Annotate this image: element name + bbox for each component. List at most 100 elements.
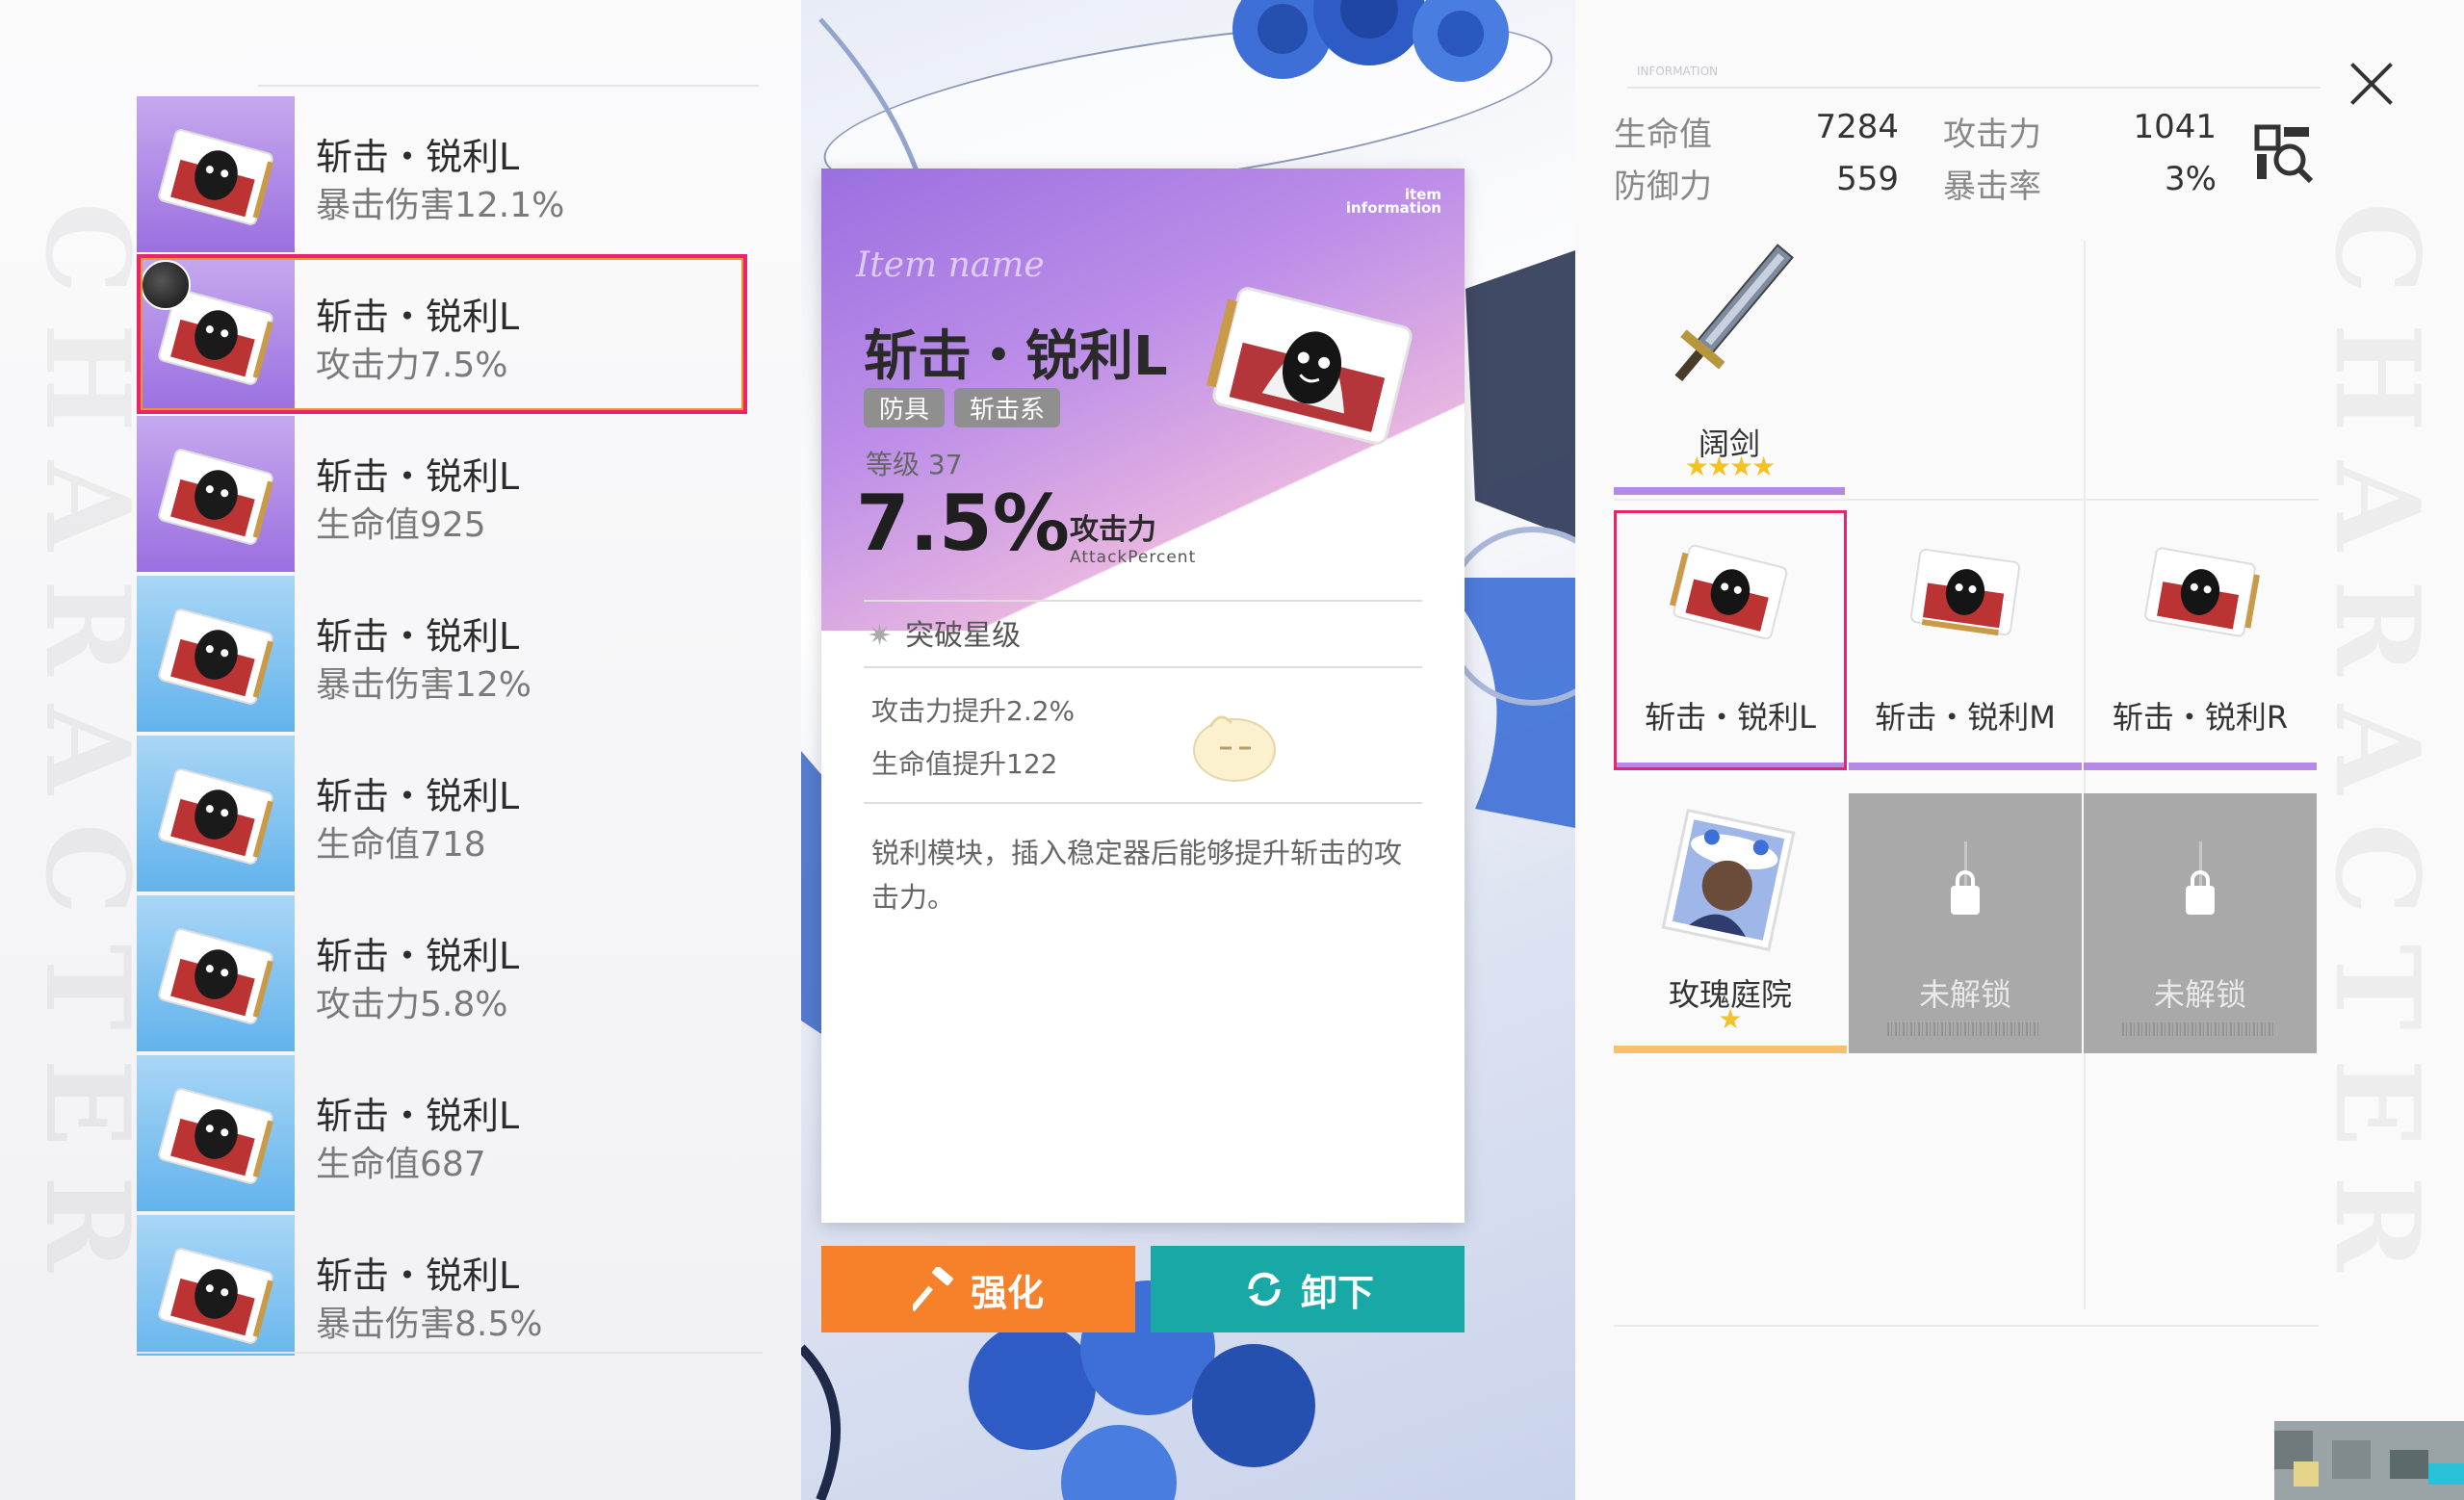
item-name: 斩击・锐利L: [316, 455, 520, 498]
item-stat: 暴击伤害8.5%: [316, 1305, 543, 1344]
item-stat: 生命值718: [316, 825, 486, 865]
item-stat: 暴击伤害12.1%: [316, 186, 565, 225]
weapon-rarity-stars: ★★★★: [1684, 451, 1776, 482]
slot-right[interactable]: 斩击・锐利R: [2084, 510, 2317, 770]
info-tag-line2: information: [1345, 199, 1441, 217]
item-thumbnail: [137, 736, 295, 892]
atk-value: 1041: [2133, 108, 2217, 146]
slot-name: 斩击・锐利R: [2112, 699, 2289, 736]
item-thumbnail: [137, 96, 295, 252]
locked-label: 未解锁: [1918, 976, 2011, 1013]
module-card-icon: [158, 1248, 273, 1344]
list-item[interactable]: 斩击・锐利L 攻击力5.8%: [137, 893, 753, 1051]
list-bottom-divider: [137, 1352, 763, 1354]
item-stat: 生命值925: [316, 505, 486, 545]
character-watermark-right: CHARACTER: [2309, 202, 2445, 1301]
unequip-button[interactable]: 卸下: [1151, 1246, 1465, 1332]
weapon-slot[interactable]: 阔剑 ★★★★: [1614, 231, 1845, 501]
unequip-label: 卸下: [1300, 1271, 1374, 1314]
list-top-divider: [258, 85, 759, 87]
list-item[interactable]: 斩击・锐利L 生命值925: [137, 414, 753, 572]
item-name: 斩击・锐利L: [316, 935, 520, 977]
detail-search-icon[interactable]: [2253, 123, 2315, 185]
list-item[interactable]: 斩击・锐利L 暴击伤害8.5%: [137, 1213, 753, 1356]
card-divider: [864, 600, 1422, 602]
module-card-icon: [158, 928, 273, 1024]
item-title: 斩击・锐利L: [864, 325, 1168, 388]
locked-slot[interactable]: 未解锁: [1849, 793, 2082, 1053]
item-thumbnail: [137, 576, 295, 732]
barcode-decoration: [2122, 1022, 2276, 1036]
item-stat: 攻击力5.8%: [316, 985, 508, 1024]
refresh-icon: [1248, 1272, 1281, 1306]
module-card-icon: [158, 449, 273, 545]
pixel-mosaic-badge: [2274, 1421, 2464, 1500]
module-card-icon: [158, 608, 273, 705]
card-divider: [864, 802, 1422, 804]
list-item[interactable]: 斩击・锐利L 生命值687: [137, 1053, 753, 1211]
emblem-rarity-star: ★: [1718, 1003, 1743, 1035]
item-thumbnail: [137, 1055, 295, 1211]
close-button[interactable]: [2347, 60, 2396, 108]
list-item[interactable]: 斩击・锐利L 暴击伤害12.1%: [137, 94, 753, 252]
slot-name: 斩击・锐利M: [1875, 699, 2056, 736]
item-name: 斩击・锐利L: [316, 1254, 520, 1297]
item-tags: 防具 斩击系: [864, 388, 1061, 427]
barcode-decoration: [1887, 1022, 2041, 1036]
item-thumbnail: [137, 416, 295, 572]
item-level: 等级 37: [866, 449, 963, 480]
information-divider: [1627, 87, 2321, 89]
module-card-icon: [2144, 547, 2260, 637]
rarity-bar: [1849, 763, 2082, 770]
atk-label: 攻击力: [1943, 116, 2041, 154]
def-value: 559: [1836, 160, 1899, 198]
emblem-slot[interactable]: 玫瑰庭院 ★: [1614, 793, 1847, 1053]
module-card-icon: [1909, 548, 2021, 636]
item-stat: 生命值687: [316, 1145, 486, 1184]
set-bonus-attack: 攻击力提升2.2%: [871, 695, 1076, 727]
tag-armor: 防具: [864, 388, 946, 427]
crit-rate-value: 3%: [2165, 160, 2217, 198]
upgrade-label: 强化: [970, 1271, 1044, 1314]
hammer-icon: [912, 1267, 953, 1311]
item-name: 斩击・锐利L: [316, 775, 520, 817]
weapon-rarity-bar: [1614, 487, 1845, 495]
main-stat-name: 攻击力: [1070, 513, 1156, 547]
item-name: 斩击・锐利L: [316, 136, 520, 178]
item-name: 斩击・锐利L: [316, 615, 520, 658]
slot-middle[interactable]: 斩击・锐利M: [1849, 510, 2082, 770]
module-card-icon: [158, 1088, 273, 1184]
grid-divider: [2084, 241, 2086, 1309]
breakthrough-row: ✷ 突破星级: [868, 611, 1021, 654]
information-header: INFORMATION: [1637, 42, 1984, 77]
card-divider: [864, 666, 1422, 668]
module-card-icon: [158, 768, 273, 865]
upgrade-button[interactable]: 强化: [821, 1246, 1135, 1332]
slot-selection-frame: [1614, 510, 1847, 770]
item-detail-card: item information Item name 斩击・锐利L 防具 斩击系…: [821, 168, 1465, 1223]
locked-label: 未解锁: [2153, 976, 2246, 1013]
set-bonus-hp: 生命值提升122: [871, 748, 1058, 780]
information-title: INFORMATION: [1637, 65, 1719, 78]
character-watermark-left: CHARACTER: [19, 202, 155, 1301]
hp-value: 7284: [1815, 108, 1899, 146]
slot-left[interactable]: 斩击・锐利L: [1614, 510, 1847, 770]
broadsword-icon: [1674, 244, 1794, 382]
rarity-bar: [1614, 1046, 1847, 1053]
list-item[interactable]: 斩击・锐利L 暴击伤害12%: [137, 574, 753, 732]
breakthrough-label: 突破星级: [905, 619, 1022, 653]
main-stat-value: 7.5%: [856, 478, 1070, 568]
list-item[interactable]: 斩击・锐利L 生命值718: [137, 734, 753, 892]
selection-frame: [137, 254, 747, 414]
def-label: 防御力: [1614, 168, 1712, 206]
lock-icon: [1951, 886, 1980, 915]
module-card-icon: [158, 129, 273, 225]
item-information-label: item information: [1345, 188, 1441, 217]
grid-divider: [1614, 1325, 2319, 1327]
module-card-large-icon: [1206, 287, 1413, 445]
mascot-icon: [1193, 715, 1276, 782]
rose-garden-emblem-icon: [1661, 808, 1796, 952]
rarity-bar: [2084, 763, 2317, 770]
locked-slot[interactable]: 未解锁: [2084, 793, 2317, 1053]
lock-icon: [2186, 886, 2215, 915]
